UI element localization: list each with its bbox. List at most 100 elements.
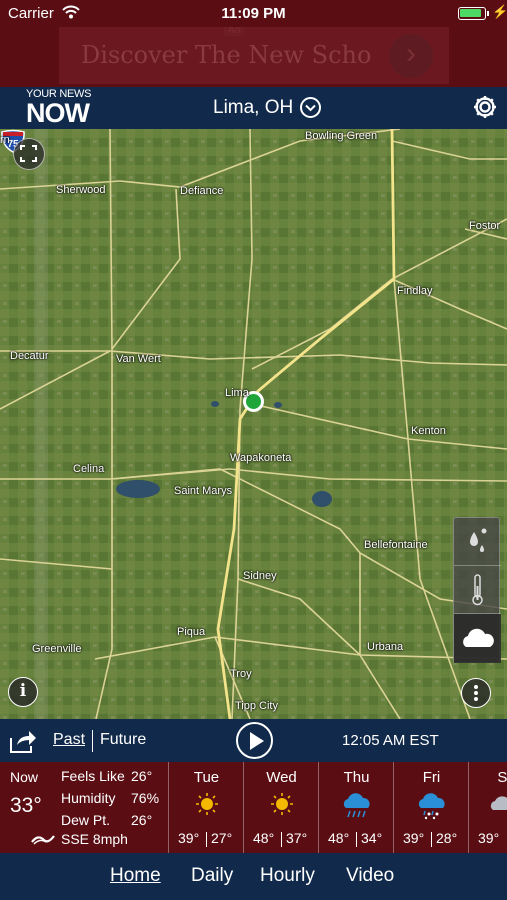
map-label-van-wert: Van Wert (116, 353, 161, 365)
ad-banner[interactable]: Discover The New Scho Ad › (59, 27, 449, 84)
map-label-greenville: Greenville (32, 643, 82, 655)
dew-point-label: Dew Pt. (61, 812, 111, 828)
tab-home[interactable]: Home (110, 865, 161, 887)
map-label-partial: rn (0, 134, 10, 146)
clock: 11:09 PM (221, 5, 286, 22)
map-label-kenton: Kenton (411, 425, 446, 437)
forecast-low: 37° (286, 830, 308, 846)
radar-playback-bar: Past Future 12:05 AM EST (0, 719, 507, 762)
cloud-icon (463, 628, 494, 647)
sun-icon (196, 793, 218, 815)
layer-precip-button[interactable] (454, 518, 501, 566)
forecast-day[interactable]: Thu 48° 34° (318, 762, 393, 853)
more-dot (474, 697, 478, 701)
forecast-high: 39° (178, 830, 200, 846)
map-label-tipp-city: Tipp City (235, 700, 278, 712)
thermometer-icon (472, 574, 483, 606)
radar-timestamp: 12:05 AM EST (342, 732, 439, 749)
battery-icon (458, 7, 486, 20)
app-header: YOUR NEWS NOW Lima, OH (0, 87, 507, 129)
forecast-high: 39° (478, 830, 500, 846)
layer-temperature-button[interactable] (454, 566, 501, 614)
map-terrain (0, 129, 507, 719)
map-label-lima: Lima (225, 387, 249, 399)
bottom-tab-bar: Home Daily Hourly Video (0, 853, 507, 900)
future-toggle[interactable]: Future (100, 731, 146, 749)
forecast-day[interactable]: Tue 39° 27° (168, 762, 243, 853)
more-dot (474, 685, 478, 689)
hi-lo-divider (431, 832, 432, 847)
share-icon[interactable] (9, 728, 37, 754)
status-bar: Carrier 11:09 PM ⚡ (0, 0, 507, 26)
snow-rain-icon (418, 793, 445, 820)
map-layer-panel (453, 517, 501, 663)
map-label-sidney: Sidney (243, 570, 277, 582)
forecast-day[interactable]: Wed 48° 37° (243, 762, 318, 853)
forecast-high: 39° (403, 830, 425, 846)
hi-lo-divider (281, 832, 282, 847)
charging-icon: ⚡ (492, 4, 507, 19)
forecast-day[interactable]: Sa 39° (468, 762, 507, 853)
current-temperature: 33° (10, 794, 42, 817)
forecast-low: 28° (436, 830, 458, 846)
forecast-day-name: Tue (193, 769, 220, 786)
tab-video[interactable]: Video (346, 865, 394, 887)
logo-main-text: NOW (26, 98, 90, 128)
more-options-button[interactable] (461, 678, 491, 708)
sun-icon (271, 793, 293, 815)
forecast-day-name: Sa (497, 769, 507, 786)
raindrop-icon (470, 528, 487, 552)
forecast-day[interactable]: Fri 39° 28° (393, 762, 468, 853)
hi-lo-divider (206, 832, 207, 847)
gear-icon[interactable] (472, 94, 498, 120)
cloud-icon (490, 796, 507, 810)
ad-text: Discover The New Scho (81, 41, 372, 69)
hi-lo-divider (356, 832, 357, 847)
app-logo: YOUR NEWS NOW (26, 89, 91, 128)
past-toggle[interactable]: Past (53, 731, 85, 749)
feels-like-label: Feels Like (61, 768, 125, 784)
toggle-divider (92, 730, 93, 752)
play-button[interactable] (236, 722, 273, 759)
battery-nub (487, 11, 489, 16)
expand-map-button[interactable] (13, 138, 45, 170)
forecast-low: 27° (211, 830, 233, 846)
map-label-sherwood: Sherwood (56, 184, 106, 196)
now-label: Now (10, 769, 39, 785)
expand-icon (20, 145, 37, 162)
conditions-strip: Now 33° Feels Like 26° Humidity 76% Dew … (0, 762, 507, 853)
map-label-fostoria: Fostor (469, 220, 501, 232)
info-button[interactable]: i (8, 677, 38, 707)
ad-label: Ad (224, 27, 245, 36)
info-icon: i (19, 681, 27, 701)
dew-point-value: 26° (131, 812, 153, 828)
rain-icon (343, 793, 370, 818)
forecast-day-name: Wed (266, 769, 297, 786)
forecast-day-name: Fri (422, 769, 441, 786)
map-label-bellefontaine: Bellefontaine (364, 539, 428, 551)
tab-hourly[interactable]: Hourly (260, 865, 315, 887)
humidity-value: 76% (131, 790, 160, 806)
wind-value: SSE 8mph (61, 831, 128, 847)
radar-map[interactable]: 75 Bowling Green Sherwood Defiance Fosto… (0, 129, 507, 719)
map-label-urbana: Urbana (367, 641, 404, 653)
forecast-high: 48° (253, 830, 275, 846)
map-label-troy: Troy (230, 668, 252, 680)
ad-arrow-icon[interactable]: › (389, 34, 433, 78)
map-label-decatur: Decatur (10, 350, 49, 362)
forecast-high: 48° (328, 830, 350, 846)
chevron-down-icon[interactable] (300, 97, 321, 118)
tab-daily[interactable]: Daily (191, 865, 233, 887)
map-label-celina: Celina (73, 463, 105, 475)
map-label-saint-marys: Saint Marys (174, 485, 233, 497)
forecast-low: 34° (361, 830, 383, 846)
feels-like-value: 26° (131, 768, 153, 784)
map-label-bowling-green: Bowling Green (305, 130, 378, 142)
forecast-day-name: Thu (343, 769, 370, 786)
map-label-defiance: Defiance (180, 185, 224, 197)
layer-clouds-button[interactable] (454, 614, 501, 663)
wind-icon (31, 835, 55, 845)
location-label[interactable]: Lima, OH (213, 97, 293, 119)
map-label-piqua: Piqua (177, 626, 206, 638)
map-label-wapakoneta: Wapakoneta (230, 452, 292, 464)
